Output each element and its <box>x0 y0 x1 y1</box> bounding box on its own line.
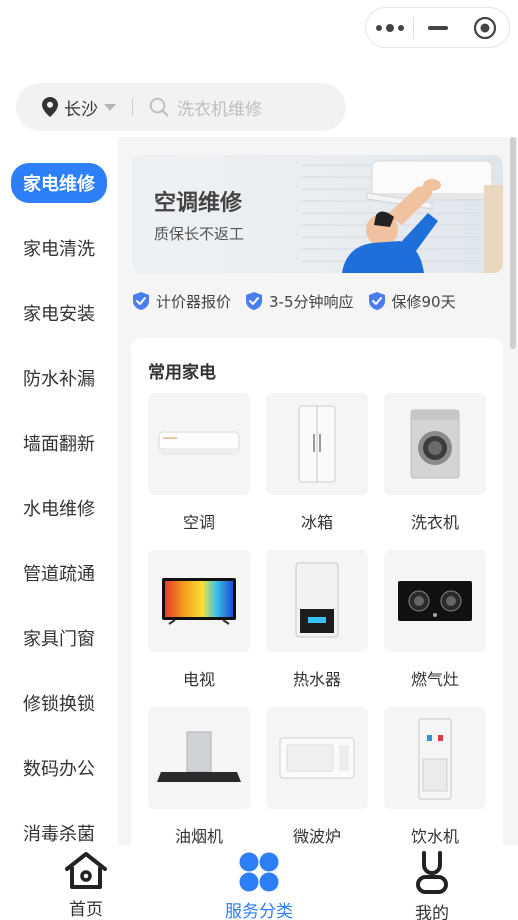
water-heater-icon <box>295 562 339 638</box>
banner-title: 空调维修 <box>154 191 243 216</box>
appliance-item-washing-machine[interactable]: 洗衣机 <box>384 393 486 533</box>
shield-check-icon <box>368 292 385 310</box>
minimize-button[interactable] <box>414 8 461 47</box>
chevron-down-icon[interactable] <box>104 103 116 111</box>
appliance-label: 饮水机 <box>410 827 459 846</box>
appliance-label: 微波炉 <box>292 827 341 846</box>
promo-banner[interactable]: 空调维修 质保长不返工 <box>132 155 503 273</box>
more-dots-icon <box>375 23 404 32</box>
sidebar-item-label: 家电安装 <box>23 304 95 325</box>
sidebar-item-wall-renovation[interactable]: 墙面翻新 <box>0 423 118 463</box>
tab-label: 服务分类 <box>225 902 293 920</box>
refrigerator-image <box>266 393 368 495</box>
appliance-item-refrigerator[interactable]: 冰箱 <box>266 393 368 533</box>
guarantee-row: 计价器报价 3-5分钟响应 保修90天 <box>132 290 470 312</box>
gas-stove-icon <box>398 581 472 621</box>
sidebar-item-label: 家具门窗 <box>23 629 95 650</box>
sidebar-item-label: 墙面翻新 <box>23 434 95 455</box>
water-heater-image <box>266 550 368 652</box>
microwave-icon <box>279 737 355 779</box>
appliance-item-tv[interactable]: 电视 <box>148 550 250 690</box>
refrigerator-icon <box>298 405 336 483</box>
search-icon <box>149 97 169 117</box>
sidebar-item-label: 防水补漏 <box>23 369 95 390</box>
appliance-label: 空调 <box>182 513 215 532</box>
guarantee-item: 保修90天 <box>368 291 456 312</box>
guarantee-item: 3-5分钟响应 <box>245 291 354 312</box>
sidebar-item-locksmith[interactable]: 修锁换锁 <box>0 683 118 723</box>
appliance-label: 电视 <box>182 670 215 689</box>
sidebar-item-waterproofing[interactable]: 防水补漏 <box>0 358 118 398</box>
appliance-item-range-hood[interactable]: 油烟机 <box>148 707 250 847</box>
common-appliances-card: 常用家电 空调 冰箱 洗衣机 电视 热水器 燃气灶 油烟机 微波炉 饮水机 <box>131 338 503 858</box>
air-conditioner-image <box>148 393 250 495</box>
tab-home[interactable]: 首页 <box>0 845 172 920</box>
search-bar: 长沙 洗衣机维修 <box>16 83 346 131</box>
shield-check-icon <box>246 292 263 310</box>
sidebar-item-pipe-dredging[interactable]: 管道疏通 <box>0 553 118 593</box>
washing-machine-icon <box>410 409 460 479</box>
search-input[interactable]: 洗衣机维修 <box>177 95 262 120</box>
sidebar-item-label: 数码办公 <box>23 759 95 780</box>
appliance-item-water-heater[interactable]: 热水器 <box>266 550 368 690</box>
appliance-label: 油烟机 <box>174 827 223 846</box>
appliance-label: 冰箱 <box>300 513 333 532</box>
appliance-item-gas-stove[interactable]: 燃气灶 <box>384 550 486 690</box>
minimize-icon <box>427 25 448 30</box>
appliance-item-microwave[interactable]: 微波炉 <box>266 707 368 847</box>
sidebar-item-appliance-repair[interactable]: 家电维修 <box>0 163 118 203</box>
tab-label: 我的 <box>415 904 449 920</box>
air-conditioner-icon <box>158 431 240 455</box>
category-icon <box>239 852 279 892</box>
target-icon <box>474 16 497 39</box>
tab-label: 首页 <box>69 900 103 920</box>
guarantee-label: 计价器报价 <box>156 292 232 311</box>
sidebar-item-label: 水电维修 <box>23 499 95 520</box>
more-button[interactable] <box>366 8 413 47</box>
range-hood-image <box>148 707 250 809</box>
category-sidebar: 家电维修 家电清洗 家电安装 防水补漏 墙面翻新 水电维修 管道疏通 家具门窗 … <box>0 137 118 845</box>
gas-stove-image <box>384 550 486 652</box>
appliance-item-water-dispenser[interactable]: 饮水机 <box>384 707 486 847</box>
water-dispenser-image <box>384 707 486 809</box>
tv-image <box>148 550 250 652</box>
banner-subtitle: 质保长不返工 <box>154 225 245 243</box>
tab-service-categories[interactable]: 服务分类 <box>173 845 345 920</box>
scrollbar[interactable] <box>510 137 516 349</box>
tv-icon <box>162 578 236 625</box>
tab-profile[interactable]: 我的 <box>346 845 518 920</box>
guarantee-item: 计价器报价 <box>132 291 231 312</box>
sidebar-item-appliance-install[interactable]: 家电安装 <box>0 293 118 333</box>
sidebar-item-digital-office[interactable]: 数码办公 <box>0 748 118 788</box>
category-content: 空调维修 质保长不返工 计价器报价 3-5分钟响应 保修90天 常用家电 空调 … <box>118 137 518 858</box>
sidebar-item-furniture-doors[interactable]: 家具门窗 <box>0 618 118 658</box>
guarantee-label: 3-5分钟响应 <box>269 292 354 311</box>
appliance-label: 洗衣机 <box>410 513 459 532</box>
washing-machine-image <box>384 393 486 495</box>
bottom-tab-bar: 首页 服务分类 我的 <box>0 845 518 920</box>
appliance-label: 燃气灶 <box>410 670 459 689</box>
shield-check-icon <box>133 292 149 310</box>
sidebar-item-label: 管道疏通 <box>23 564 95 585</box>
microwave-image <box>266 707 368 809</box>
miniprogram-capsule <box>365 7 510 48</box>
sidebar-item-appliance-cleaning[interactable]: 家电清洗 <box>0 228 118 268</box>
search-divider <box>132 98 133 116</box>
city-selector[interactable]: 长沙 <box>64 95 98 120</box>
home-icon <box>65 852 107 889</box>
range-hood-icon <box>157 731 241 782</box>
water-dispenser-icon <box>418 718 452 800</box>
section-title: 常用家电 <box>148 363 216 383</box>
location-pin-icon <box>42 97 58 117</box>
sidebar-item-label: 家电清洗 <box>23 239 95 260</box>
sidebar-item-label: 修锁换锁 <box>23 694 95 715</box>
appliance-item-air-conditioner[interactable]: 空调 <box>148 393 250 533</box>
appliance-label: 热水器 <box>292 670 341 689</box>
sidebar-item-plumbing-electric[interactable]: 水电维修 <box>0 488 118 528</box>
profile-icon <box>416 851 448 894</box>
sidebar-item-label: 家电维修 <box>11 163 107 203</box>
close-button[interactable] <box>462 8 509 47</box>
guarantee-label: 保修90天 <box>391 292 456 311</box>
sidebar-item-label: 消毒杀菌 <box>23 824 95 845</box>
